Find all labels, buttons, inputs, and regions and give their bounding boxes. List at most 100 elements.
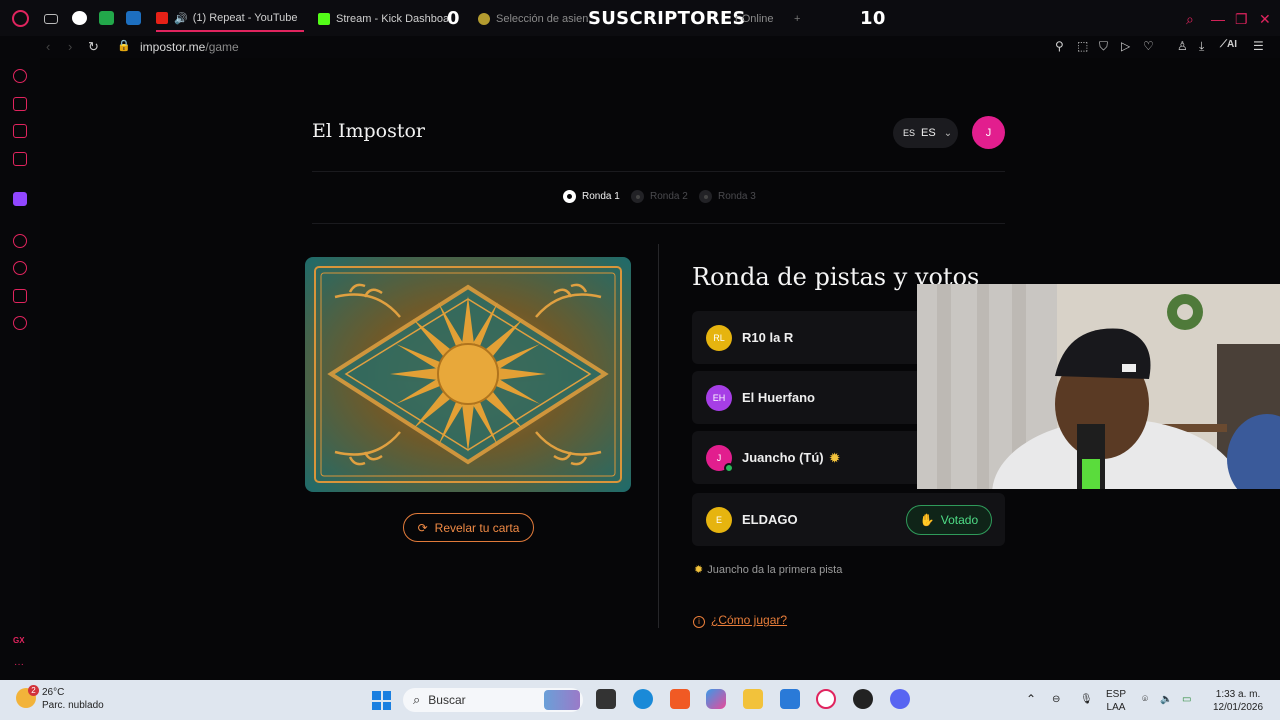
forward-icon[interactable]: › bbox=[68, 39, 72, 54]
battery-icon[interactable]: ▭ bbox=[1182, 693, 1191, 706]
menu-icon[interactable]: ☰ bbox=[1253, 39, 1264, 53]
brave-icon[interactable] bbox=[670, 689, 690, 709]
how-to-play-link[interactable]: i ¿Cómo jugar? bbox=[693, 613, 787, 628]
wifi-icon[interactable]: ⌾ bbox=[1142, 693, 1148, 706]
voted-badge: ✋ Votado bbox=[906, 505, 992, 535]
refresh-icon: ⟳ bbox=[417, 520, 428, 535]
download-icon[interactable]: ⤓ bbox=[1199, 39, 1204, 54]
tab-label: (1) Repeat - YouTube bbox=[192, 12, 298, 24]
new-tab-button[interactable]: + bbox=[794, 6, 806, 32]
reveal-card-label: Revelar tu carta bbox=[434, 520, 520, 535]
reveal-card-button[interactable]: ⟳ Revelar tu carta bbox=[403, 513, 534, 542]
page-title: El Impostor bbox=[312, 120, 426, 142]
extensions-icon[interactable] bbox=[13, 289, 27, 303]
card-icon[interactable] bbox=[13, 124, 27, 138]
file-explorer-icon[interactable] bbox=[743, 689, 763, 709]
store-icon[interactable] bbox=[13, 97, 27, 111]
obs-icon[interactable] bbox=[853, 689, 873, 709]
round-indicator-3: Ronda 3 bbox=[699, 190, 756, 203]
copilot-icon[interactable] bbox=[706, 689, 726, 709]
reload-icon[interactable]: ↻ bbox=[88, 39, 99, 55]
edge-icon[interactable] bbox=[633, 689, 653, 709]
language-label: ES bbox=[921, 127, 936, 139]
tab-seat-selection[interactable]: Selección de asiento bbox=[478, 6, 588, 32]
player-icon[interactable] bbox=[13, 234, 27, 248]
heart-icon[interactable]: ♡ bbox=[1143, 39, 1154, 53]
speaker-icon[interactable]: 🔊 bbox=[174, 12, 188, 25]
minimize-icon[interactable]: — bbox=[1211, 11, 1225, 27]
url-host: impostor.me bbox=[140, 40, 206, 54]
profile-icon[interactable]: ♙ bbox=[1177, 39, 1188, 53]
sheets-icon[interactable] bbox=[99, 11, 114, 25]
keyboard-layout: LAA bbox=[1106, 702, 1126, 713]
speed-icon[interactable] bbox=[13, 69, 27, 83]
opera-gx-taskbar-icon[interactable] bbox=[816, 689, 836, 709]
youtube-icon bbox=[156, 12, 168, 24]
hand-icon: ✋ bbox=[919, 513, 935, 527]
search-highlight-icon[interactable] bbox=[544, 690, 580, 710]
twitch-icon[interactable] bbox=[13, 192, 27, 206]
online-status-dot bbox=[724, 463, 734, 473]
opera-logo-icon[interactable] bbox=[12, 10, 29, 27]
lock-icon: 🔒 bbox=[117, 40, 131, 52]
shield-icon[interactable]: ⛉ bbox=[1099, 39, 1108, 54]
kick-icon bbox=[318, 13, 330, 25]
gamepad-icon[interactable] bbox=[44, 14, 58, 24]
discord-icon[interactable] bbox=[890, 689, 910, 709]
start-button[interactable] bbox=[372, 691, 391, 710]
first-clue-sun-icon: ✹ bbox=[829, 451, 840, 465]
clue-hint: ✹ Juancho da la primera pista bbox=[694, 563, 842, 576]
play-icon[interactable]: ▷ bbox=[1121, 39, 1130, 53]
search-icon: ⌕ bbox=[413, 692, 421, 707]
round-indicator-2: Ronda 2 bbox=[631, 190, 688, 203]
snapshot-icon[interactable]: ⬚ bbox=[1077, 39, 1088, 53]
speed-dial-icon[interactable] bbox=[72, 11, 87, 25]
divider bbox=[312, 171, 1005, 172]
ai-icon[interactable]: ⟋AI bbox=[1220, 39, 1237, 50]
player-avatar: RL bbox=[706, 325, 732, 351]
messenger-icon[interactable] bbox=[13, 152, 27, 166]
close-icon[interactable]: ✕ bbox=[1259, 11, 1271, 28]
task-view-icon[interactable] bbox=[596, 689, 616, 709]
player-card[interactable] bbox=[305, 257, 631, 492]
tab-kick[interactable]: Stream - Kick Dashboard bbox=[318, 6, 448, 32]
clock-date: 12/01/2026 bbox=[1212, 702, 1264, 713]
round-dot bbox=[699, 190, 712, 203]
settings-icon[interactable] bbox=[13, 316, 27, 330]
temperature: 26°C bbox=[42, 687, 65, 698]
sun-card-art bbox=[305, 257, 631, 492]
pin-icon[interactable]: ⚲ bbox=[1055, 39, 1064, 53]
site-icon bbox=[478, 13, 490, 25]
more-icon[interactable]: ··· bbox=[14, 659, 24, 670]
calendar-icon[interactable] bbox=[126, 11, 141, 25]
webcam-overlay bbox=[917, 284, 1280, 489]
microphone-icon[interactable]: 🎙 bbox=[1080, 693, 1093, 706]
divider bbox=[312, 223, 1005, 224]
tab-youtube[interactable]: 🔊 (1) Repeat - YouTube bbox=[156, 6, 304, 32]
subscriber-count-right: 10 bbox=[860, 8, 886, 29]
weather-description: Parc. nublado bbox=[42, 700, 104, 711]
tray-chevron-up-icon[interactable]: ⌃ bbox=[1026, 693, 1036, 706]
network-drive-icon[interactable]: ⊖ bbox=[1052, 693, 1060, 706]
url-field[interactable]: impostor.me/game bbox=[140, 40, 239, 54]
tab-label: r Online bbox=[735, 13, 774, 25]
player-avatar: E bbox=[706, 507, 732, 533]
history-icon[interactable] bbox=[13, 261, 27, 275]
clock[interactable]: 1:33 a. m. 12/01/2026 bbox=[1210, 688, 1266, 714]
clue-hint-text: Juancho da la primera pista bbox=[707, 564, 843, 576]
subscribers-label: SUSCRIPTORES bbox=[588, 8, 746, 29]
tab-online[interactable]: r Online bbox=[735, 6, 785, 32]
maximize-icon[interactable]: ❐ bbox=[1235, 11, 1248, 28]
round-label: Ronda 3 bbox=[718, 191, 756, 202]
webcam-feed-image bbox=[917, 284, 1280, 489]
user-avatar[interactable]: J bbox=[972, 116, 1005, 149]
round-dot bbox=[563, 190, 576, 203]
input-language[interactable]: ESP LAA bbox=[1106, 688, 1126, 714]
volume-icon[interactable]: 🔈 bbox=[1160, 693, 1172, 706]
player-name: Juancho (Tú) ✹ bbox=[742, 450, 840, 465]
language-select[interactable]: ES ES ⌄ bbox=[893, 118, 958, 148]
search-tabs-icon[interactable]: ⌕ bbox=[1186, 11, 1194, 28]
outlook-icon[interactable] bbox=[780, 689, 800, 709]
back-icon[interactable]: ‹ bbox=[46, 39, 50, 54]
gx-icon[interactable]: GX bbox=[13, 636, 25, 645]
